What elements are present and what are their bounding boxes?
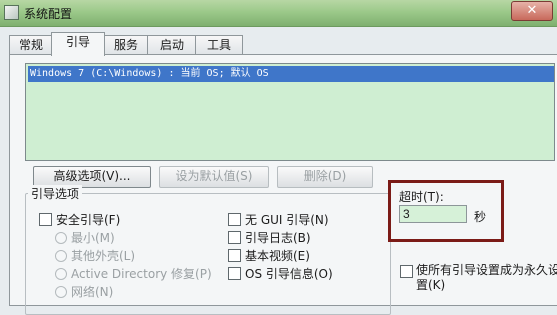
window-title: 系统配置 (24, 7, 73, 21)
radio-icon (55, 286, 67, 298)
radio-icon (55, 268, 67, 280)
radio-icon (55, 232, 67, 244)
ad-repair-radio[interactable]: Active Directory 修复(P) (55, 266, 212, 282)
system-config-icon (4, 5, 19, 20)
minimal-radio[interactable]: 最小(M) (55, 230, 115, 246)
close-button[interactable]: ✕ (511, 1, 553, 21)
network-radio[interactable]: 网络(N) (55, 284, 113, 300)
boot-entry[interactable]: Windows 7 (C:\Windows) : 当前 OS; 默认 OS (28, 66, 554, 82)
set-default-button[interactable]: 设为默认值(S) (159, 166, 269, 188)
make-permanent-checkbox[interactable]: 使所有引导设置成为永久设置(K) (400, 263, 557, 293)
os-boot-info-checkbox[interactable]: OS 引导信息(O) (228, 266, 333, 282)
boot-options-title: 引导选项 (28, 185, 83, 202)
radio-icon (55, 250, 67, 262)
tab-tools[interactable]: 工具 (195, 35, 243, 55)
tab-general[interactable]: 常规 (9, 35, 53, 55)
checkbox-icon (39, 213, 52, 226)
checkbox-icon (400, 265, 413, 278)
delete-button[interactable]: 删除(D) (277, 166, 373, 188)
timeout-unit: 秒 (474, 210, 487, 224)
safe-boot-checkbox[interactable]: 安全引导(F) (39, 212, 120, 228)
boot-tab-panel: Windows 7 (C:\Windows) : 当前 OS; 默认 OS 高级… (9, 54, 557, 315)
checkbox-icon (228, 249, 241, 262)
no-gui-boot-checkbox[interactable]: 无 GUI 引导(N) (228, 212, 329, 228)
alternate-shell-radio[interactable]: 其他外壳(L) (55, 248, 135, 264)
tab-boot[interactable]: 引导 (51, 32, 105, 56)
base-video-checkbox[interactable]: 基本视频(E) (228, 248, 310, 264)
title-bar: 系统配置 ✕ (0, 0, 557, 27)
checkbox-icon (228, 267, 241, 280)
boot-log-checkbox[interactable]: 引导日志(B) (228, 230, 311, 246)
tab-startup[interactable]: 启动 (147, 35, 197, 55)
timeout-label: 超时(T): (399, 190, 444, 204)
boot-entry-list[interactable]: Windows 7 (C:\Windows) : 当前 OS; 默认 OS (25, 63, 555, 161)
timeout-input[interactable] (399, 205, 467, 223)
checkbox-icon (228, 213, 241, 226)
tab-services[interactable]: 服务 (103, 35, 149, 55)
checkbox-icon (228, 231, 241, 244)
